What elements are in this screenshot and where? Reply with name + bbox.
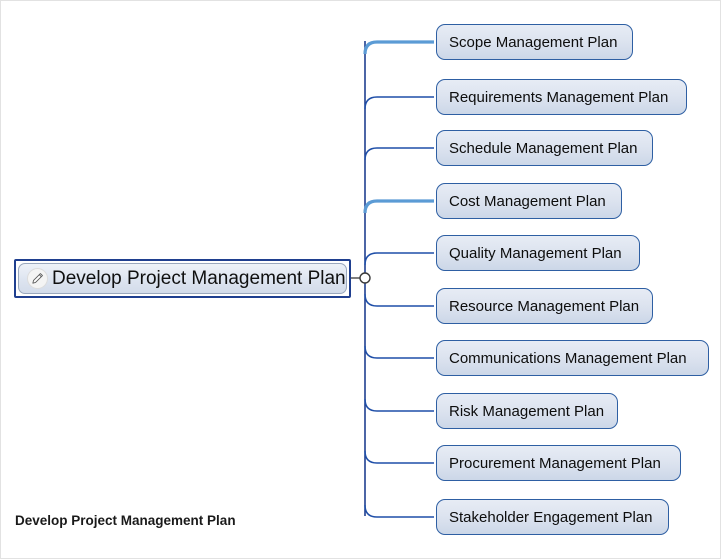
child-node-9[interactable]: Stakeholder Engagement Plan xyxy=(436,499,669,535)
child-node-label: Schedule Management Plan xyxy=(449,139,638,157)
child-node-label: Cost Management Plan xyxy=(449,192,606,210)
child-node-2[interactable]: Schedule Management Plan xyxy=(436,130,653,166)
child-node-0[interactable]: Scope Management Plan xyxy=(436,24,633,60)
child-node-8[interactable]: Procurement Management Plan xyxy=(436,445,681,481)
connector-4 xyxy=(364,252,434,266)
connector-2 xyxy=(364,147,434,161)
collapse-expand-handle[interactable] xyxy=(359,272,371,284)
root-node-label: Develop Project Management Plan xyxy=(52,268,346,289)
child-node-4[interactable]: Quality Management Plan xyxy=(436,235,640,271)
child-node-7[interactable]: Risk Management Plan xyxy=(436,393,618,429)
connector-5 xyxy=(364,293,434,307)
connector-3 xyxy=(363,199,434,214)
connector-1 xyxy=(364,96,434,110)
child-node-1[interactable]: Requirements Management Plan xyxy=(436,79,687,115)
child-node-label: Communications Management Plan xyxy=(449,349,687,367)
pencil-icon[interactable] xyxy=(27,268,48,289)
child-node-3[interactable]: Cost Management Plan xyxy=(436,183,622,219)
mindmap-canvas: Develop Project Management Plan Scope Ma… xyxy=(0,0,721,559)
connector-8 xyxy=(364,450,434,464)
child-node-label: Scope Management Plan xyxy=(449,33,618,51)
connector-0 xyxy=(363,40,434,55)
child-node-label: Stakeholder Engagement Plan xyxy=(449,508,653,526)
connector-7 xyxy=(364,398,434,412)
child-node-label: Risk Management Plan xyxy=(449,402,605,420)
diagram-caption: Develop Project Management Plan xyxy=(15,513,236,528)
child-node-label: Procurement Management Plan xyxy=(449,454,661,472)
child-node-label: Requirements Management Plan xyxy=(449,88,669,106)
root-node-body: Develop Project Management Plan xyxy=(18,263,347,294)
root-node-develop-project-management-plan[interactable]: Develop Project Management Plan xyxy=(14,259,351,298)
child-node-label: Quality Management Plan xyxy=(449,244,622,262)
child-node-6[interactable]: Communications Management Plan xyxy=(436,340,709,376)
child-node-label: Resource Management Plan xyxy=(449,297,640,315)
connector-6 xyxy=(364,345,434,359)
child-node-5[interactable]: Resource Management Plan xyxy=(436,288,653,324)
connector-9 xyxy=(364,504,434,518)
